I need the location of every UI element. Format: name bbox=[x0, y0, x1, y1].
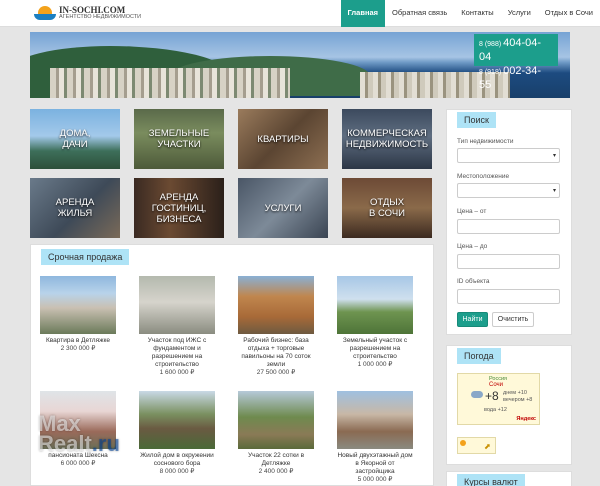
nav-contacts[interactable]: Контакты bbox=[454, 0, 500, 27]
listing-photo[interactable] bbox=[40, 276, 116, 334]
weather-title: Погода bbox=[457, 348, 501, 364]
category-commercial[interactable]: КОММЕРЧЕСКАЯ НЕДВИЖИМОСТЬ bbox=[342, 109, 432, 169]
arrow-icon: ⬈ bbox=[484, 442, 491, 451]
search-title: Поиск bbox=[457, 112, 496, 128]
watermark: Max Realt.ru bbox=[38, 411, 120, 456]
weather-mini-widget[interactable]: ⬈ bbox=[457, 437, 496, 454]
weather-panel: Погода Россия Сочи +8 днем +10 вечером +… bbox=[446, 345, 572, 465]
phone-1: 8 (988) 404-04-04 bbox=[479, 37, 542, 63]
weather-widget[interactable]: Россия Сочи +8 днем +10 вечером +8 вода … bbox=[457, 373, 540, 425]
weather-evening: вечером +8 bbox=[503, 397, 533, 403]
weather-water: вода +12 bbox=[484, 407, 507, 413]
price-from-input[interactable] bbox=[457, 219, 560, 234]
price-to-input[interactable] bbox=[457, 254, 560, 269]
price-to-label: Цена – до bbox=[457, 243, 488, 250]
nav-home[interactable]: Главная bbox=[340, 0, 386, 27]
logo-icon bbox=[34, 6, 56, 20]
location-label: Местоположение bbox=[457, 173, 510, 180]
logo[interactable]: IN-SOCHI.COM АГЕНТСТВО НЕДВИЖИМОСТИ bbox=[34, 3, 144, 23]
listing-card[interactable]: Участок под ИЖС с фундаментом и разрешен… bbox=[138, 276, 216, 377]
listing-photo[interactable] bbox=[139, 276, 215, 334]
weather-day: днем +10 bbox=[503, 390, 527, 396]
listing-card[interactable]: Земельный участок с разрешением на строи… bbox=[336, 276, 414, 369]
nav-sochi-rest[interactable]: Отдых в Сочи bbox=[538, 0, 600, 27]
category-apartments[interactable]: КВАРТИРЫ bbox=[238, 109, 328, 169]
listing-photo[interactable] bbox=[238, 276, 314, 334]
main-nav: Главная Обратная связь Контакты Услуги О… bbox=[340, 0, 600, 27]
weather-city: Сочи bbox=[489, 382, 504, 388]
urgent-sale-title: Срочная продажа bbox=[41, 249, 130, 265]
top-bar: IN-SOCHI.COM АГЕНТСТВО НЕДВИЖИМОСТИ Глав… bbox=[0, 0, 600, 27]
nav-services[interactable]: Услуги bbox=[501, 0, 538, 27]
listing-card[interactable]: Жилой дом в окружении соснового бора 8 0… bbox=[138, 391, 216, 476]
currency-panel: Курсы валют bbox=[446, 471, 572, 486]
category-houses[interactable]: ДОМА, ДАЧИ bbox=[30, 109, 120, 169]
id-label: ID объекта bbox=[457, 278, 490, 285]
listing-card[interactable]: Квартира в Детляжке 2 300 000 ₽ bbox=[39, 276, 117, 353]
listing-photo[interactable] bbox=[238, 391, 314, 449]
category-rent-housing[interactable]: АРЕНДА ЖИЛЬЯ bbox=[30, 178, 120, 238]
cloud-icon bbox=[471, 391, 483, 398]
search-panel: Поиск Тип недвижимости Местоположение Це… bbox=[446, 109, 572, 335]
type-label: Тип недвижимости bbox=[457, 138, 514, 145]
sun-icon bbox=[460, 440, 466, 446]
listing-photo[interactable] bbox=[337, 391, 413, 449]
category-rent-hotel[interactable]: АРЕНДА ГОСТИНИЦ, БИЗНЕСА bbox=[134, 178, 224, 238]
category-services[interactable]: УСЛУГИ bbox=[238, 178, 328, 238]
phone-2: 8 (918) 002-34-55 bbox=[479, 65, 542, 91]
listing-card[interactable]: Рабочий бизнес: база отдыха + торговые п… bbox=[237, 276, 315, 377]
price-from-label: Цена – от bbox=[457, 208, 487, 215]
currency-title: Курсы валют bbox=[457, 474, 525, 486]
phone-box: 8 (988) 404-04-04 8 (918) 002-34-55 bbox=[474, 34, 558, 91]
listing-photo[interactable] bbox=[337, 276, 413, 334]
find-button[interactable]: Найти bbox=[457, 312, 488, 327]
listing-card[interactable]: Новый двухэтажный дом в Якорной от застр… bbox=[336, 391, 414, 484]
id-input[interactable] bbox=[457, 289, 560, 304]
logo-subtitle: АГЕНТСТВО НЕДВИЖИМОСТИ bbox=[59, 13, 142, 20]
listing-photo[interactable] bbox=[139, 391, 215, 449]
hero-banner: 8 (988) 404-04-04 8 (918) 002-34-55 bbox=[30, 32, 570, 98]
yandex-logo: Яндекс bbox=[516, 416, 536, 422]
type-select[interactable] bbox=[457, 148, 560, 163]
listing-card[interactable]: Участок 22 сотки в Детляжке 2 400 000 ₽ bbox=[237, 391, 315, 476]
category-sochi-rest[interactable]: ОТДЫХ В СОЧИ bbox=[342, 178, 432, 238]
category-land[interactable]: ЗЕМЕЛЬНЫЕ УЧАСТКИ bbox=[134, 109, 224, 169]
weather-temp: +8 bbox=[485, 389, 499, 403]
nav-feedback[interactable]: Обратная связь bbox=[385, 0, 454, 27]
location-select[interactable] bbox=[457, 183, 560, 198]
clear-button[interactable]: Очистить bbox=[492, 312, 534, 327]
